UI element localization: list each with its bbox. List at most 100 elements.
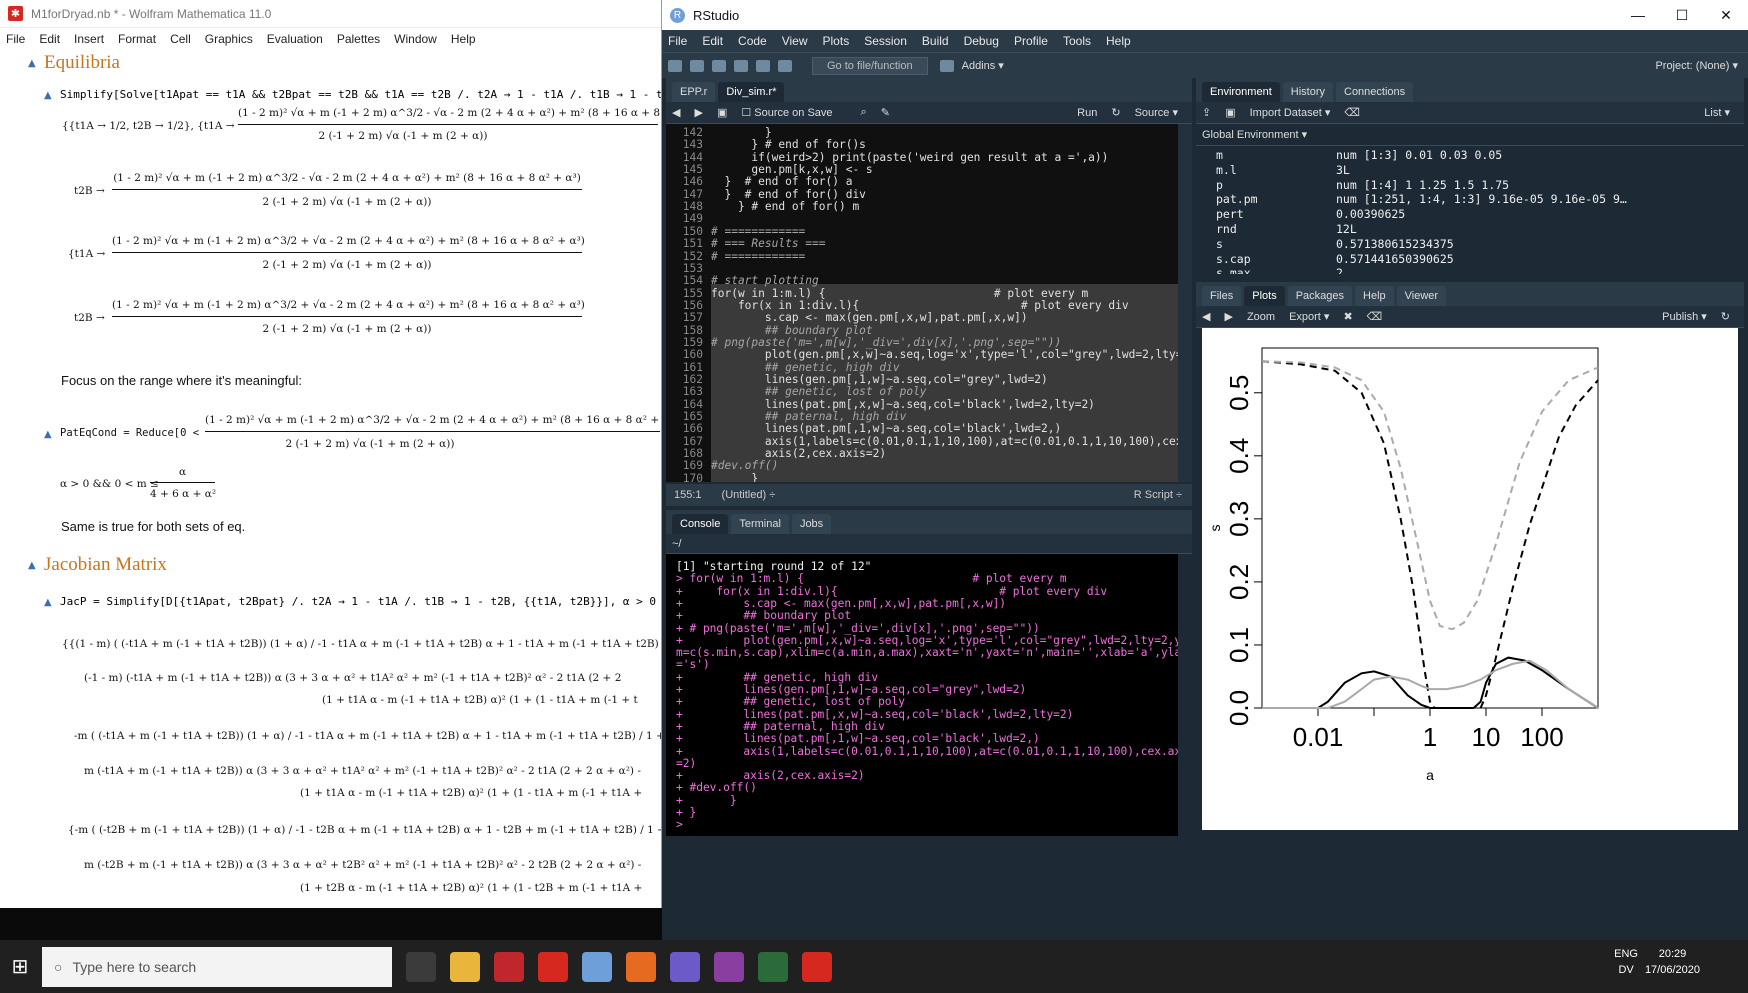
mma-menu-edit[interactable]: Edit <box>39 32 60 46</box>
mma-menu-format[interactable]: Format <box>118 32 156 46</box>
rs-menu-debug[interactable]: Debug <box>964 34 999 48</box>
env-row[interactable]: s.max 2 <box>1206 266 1734 274</box>
code-line[interactable]: 145 gen.pm[k,x,w] <- s <box>666 163 873 176</box>
code-line[interactable]: 167 axis(1,labels=c(0.01,0.1,1,10,100),a… <box>666 435 1178 448</box>
wand-icon[interactable]: ✎ <box>881 106 890 119</box>
rs-menu-plots[interactable]: Plots <box>823 34 850 48</box>
rs-menu-view[interactable]: View <box>782 34 808 48</box>
refresh-plot-icon[interactable]: ↻ <box>1721 310 1730 323</box>
code-line[interactable]: 151 # === Results === <box>666 237 826 250</box>
mathematica-task-icon-2[interactable] <box>802 951 832 982</box>
tab-jobs[interactable]: Jobs <box>791 514 832 534</box>
env-row[interactable]: p num [1:4] 1 1.25 1.5 1.75 <box>1206 178 1734 194</box>
code-line[interactable]: 153 <box>666 262 711 275</box>
env-row[interactable]: s.cap 0.571441650390625 <box>1206 252 1734 268</box>
tab-terminal[interactable]: Terminal <box>731 514 789 534</box>
rs-menu-file[interactable]: File <box>668 34 687 48</box>
open-file-icon[interactable] <box>712 59 726 72</box>
prev-plot-icon[interactable]: ◀ <box>1202 310 1210 323</box>
broom-icon[interactable]: ⌫ <box>1344 106 1360 119</box>
run-button[interactable]: Run <box>1077 107 1097 119</box>
editor-scrollbar[interactable] <box>1178 124 1192 482</box>
rerun-icon[interactable]: ↻ <box>1111 106 1120 119</box>
clear-plots-icon[interactable]: ⌫ <box>1367 310 1383 323</box>
tab-environment[interactable]: Environment <box>1202 82 1280 102</box>
code-line[interactable]: 149 <box>666 212 711 225</box>
tab-history[interactable]: History <box>1282 82 1333 102</box>
mma-menu-evaluation[interactable]: Evaluation <box>267 32 323 46</box>
publish-button[interactable]: Publish ▾ <box>1662 310 1707 323</box>
new-project-icon[interactable] <box>690 59 704 72</box>
app-icon[interactable] <box>670 951 700 982</box>
code-line[interactable]: 160 plot(gen.pm[,x,w]~a.seq,log='x',type… <box>666 348 1178 361</box>
print-icon[interactable] <box>778 59 792 72</box>
language-indicator[interactable]: ENG DV <box>1614 946 1638 978</box>
mma-menu-help[interactable]: Help <box>451 32 476 46</box>
maximize-icon[interactable]: ☐ <box>1660 7 1704 24</box>
taskbar-search-input[interactable]: ○ Type here to search <box>42 946 392 987</box>
file-type-indicator[interactable]: R Script ÷ <box>1134 489 1182 501</box>
env-row[interactable]: m num [1:3] 0.01 0.03 0.05 <box>1206 148 1734 164</box>
code-line[interactable]: 161 ## genetic, high div <box>666 361 900 374</box>
goto-file-input[interactable]: Go to file/function <box>812 56 928 75</box>
cell-collapse-icon[interactable]: ▲ <box>44 90 52 101</box>
section-collapse-icon[interactable]: ▲ <box>28 58 36 69</box>
mma-menu-window[interactable]: Window <box>394 32 437 46</box>
scope-indicator[interactable]: (Untitled) ÷ <box>722 489 776 501</box>
rs-menu-session[interactable]: Session <box>864 34 907 48</box>
env-row[interactable]: rnd 12L <box>1206 222 1734 238</box>
minimize-icon[interactable]: — <box>1616 7 1660 24</box>
rs-menu-tools[interactable]: Tools <box>1063 34 1091 48</box>
tab-div-sim-r[interactable]: Div_sim.r* <box>718 82 785 102</box>
input-jacobian[interactable]: JacP = Simplify[D[{t1Apat, t2Bpat} /. t2… <box>60 595 661 608</box>
env-row[interactable]: pat.pm num [1:251, 1:4, 1:3] 9.16e-05 9.1… <box>1206 192 1734 208</box>
new-file-icon[interactable] <box>668 59 682 72</box>
code-line[interactable]: 162 lines(gen.pm[,1,w]~a.seq,col="grey",… <box>666 373 1048 386</box>
source-on-save-checkbox[interactable]: ☐ Source on Save <box>741 106 846 119</box>
mma-menu-graphics[interactable]: Graphics <box>205 32 253 46</box>
task-view-icon[interactable] <box>406 951 436 982</box>
maple-icon[interactable] <box>714 951 744 982</box>
rs-menu-profile[interactable]: Profile <box>1014 34 1048 48</box>
save-workspace-icon[interactable]: ▣ <box>1225 106 1235 119</box>
mathematica-task-icon[interactable] <box>538 951 568 982</box>
code-line[interactable]: 150 # ============ <box>666 225 806 238</box>
section-collapse-icon-2[interactable]: ▲ <box>28 560 36 571</box>
tab-packages[interactable]: Packages <box>1287 286 1353 306</box>
code-line[interactable]: 155 for(w in 1:m.l) { # plot every m <box>666 287 1088 300</box>
zoom-button[interactable]: Zoom <box>1247 311 1275 323</box>
tab-epp-r[interactable]: EPP.r <box>672 82 716 102</box>
pateq-label[interactable]: PatEqCond = Reduce[0 < <box>60 427 199 439</box>
rstudio-task-icon[interactable] <box>582 951 612 982</box>
mma-menu-cell[interactable]: Cell <box>170 32 191 46</box>
code-line[interactable]: 143 } # end of for()s <box>666 138 866 151</box>
code-line[interactable]: 169 #dev.off() <box>666 459 779 472</box>
code-line[interactable]: 147 } # end of for() div <box>666 188 866 201</box>
snipping-tool-icon[interactable] <box>758 951 788 982</box>
code-line[interactable]: 154 # start plotting <box>666 274 819 287</box>
code-line[interactable]: 163 ## genetic, lost of poly <box>666 385 927 398</box>
tab-files[interactable]: Files <box>1202 286 1242 306</box>
next-plot-icon[interactable]: ▶ <box>1224 310 1232 323</box>
tab-plots[interactable]: Plots <box>1244 286 1285 306</box>
rs-menu-code[interactable]: Code <box>738 34 767 48</box>
mma-menu-file[interactable]: File <box>6 32 25 46</box>
code-line[interactable]: 146 } # end of for() a <box>666 175 853 188</box>
code-editor[interactable]: 142 } 143 } # end of for()s 144 if(weird>2… <box>666 124 1178 482</box>
import-dataset-button[interactable]: Import Dataset ▾ <box>1250 106 1331 119</box>
tab-connections[interactable]: Connections <box>1336 82 1414 102</box>
remove-plot-icon[interactable]: ✖ <box>1343 310 1352 323</box>
code-line[interactable]: 159 # png(paste('m=',m[w],'_div=',div[x],… <box>666 336 1061 349</box>
mendeley-icon[interactable] <box>494 951 524 982</box>
env-row[interactable]: pert 0.00390625 <box>1206 207 1734 223</box>
search-icon[interactable]: ⌕ <box>861 106 867 119</box>
console-output[interactable]: [1] "starting round 12 of 12" > for(w in … <box>666 554 1178 836</box>
save-all-icon[interactable] <box>756 59 770 72</box>
mathematica-titlebar[interactable]: ✱ M1forDryad.nb * - Wolfram Mathematica … <box>0 0 661 28</box>
rs-menu-edit[interactable]: Edit <box>702 34 723 48</box>
taskbar-clock[interactable]: 20:29 17/06/2020 <box>1645 946 1700 978</box>
code-line[interactable]: 170 } <box>666 472 758 482</box>
mma-menu-palettes[interactable]: Palettes <box>337 32 380 46</box>
mma-menu-insert[interactable]: Insert <box>74 32 104 46</box>
cell-collapse-icon-2[interactable]: ▲ <box>44 429 52 440</box>
